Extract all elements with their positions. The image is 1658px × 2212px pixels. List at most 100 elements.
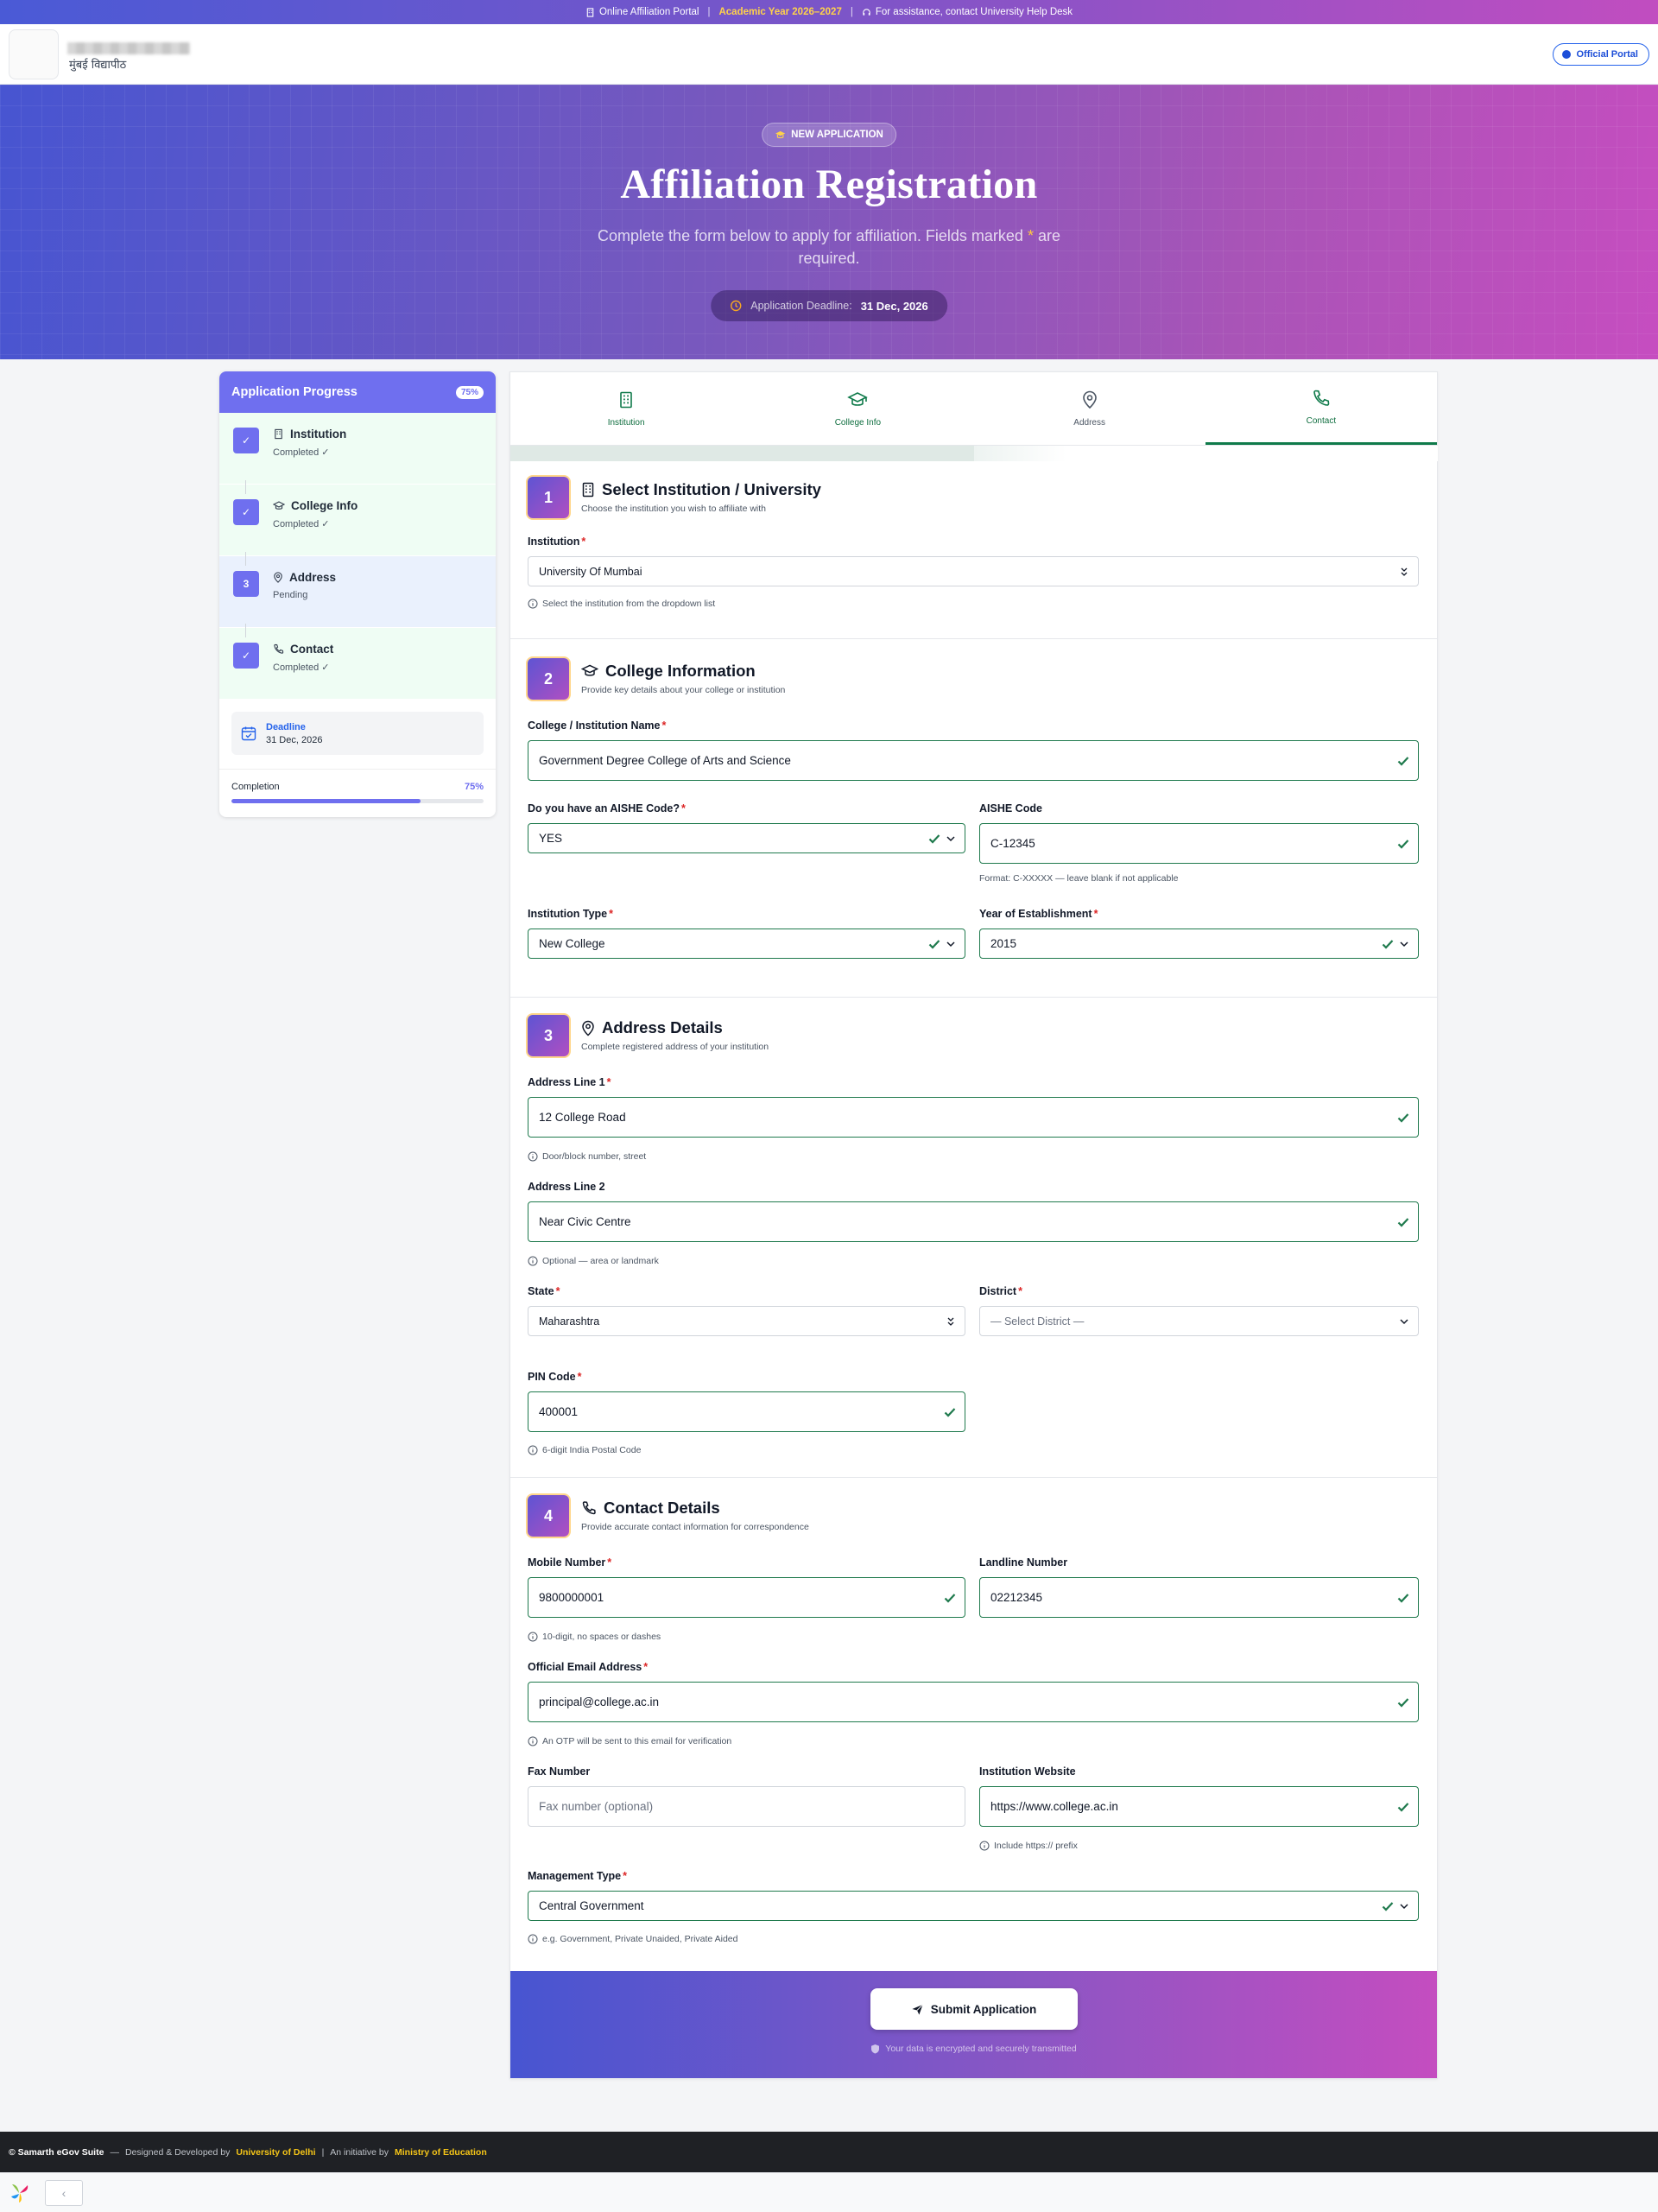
section-header: 4 Contact Details Provide accurate conta… (528, 1495, 809, 1537)
status-dot-icon (1562, 50, 1572, 59)
separator: | (707, 7, 711, 17)
step-connector (245, 624, 246, 637)
valid-check-icon (1397, 1697, 1409, 1708)
address-line1-input[interactable]: 12 College Road (528, 1097, 1419, 1138)
sidebar-step-college-info[interactable]: ✓ College Info Completed ✓ (219, 485, 496, 566)
info-icon (528, 1736, 538, 1746)
footer-ministry-link[interactable]: Ministry of Education (395, 2147, 487, 2158)
label-text: Institution Type (528, 908, 608, 920)
label-text: Address Line 1 (528, 1076, 605, 1088)
section-college-info: 2 College Information Provide key detail… (510, 639, 1437, 998)
sidebar-step-contact[interactable]: ✓ Contact Completed ✓ (219, 628, 496, 700)
aishe-question-select[interactable]: YES (528, 823, 965, 853)
academic-year: Academic Year 2026–2027 (718, 7, 842, 17)
aishe-code-input[interactable]: C-12345 (979, 823, 1419, 864)
section-number: 3 (528, 1015, 569, 1056)
year-of-establishment-select[interactable]: 2015 (979, 929, 1419, 959)
tab-college-info[interactable]: College Info (742, 372, 973, 445)
sidebar-step-address[interactable]: 3 Address Pending (219, 556, 496, 637)
institution-type-select[interactable]: New College (528, 929, 965, 959)
chevron-down-icon (1400, 941, 1408, 947)
section-title: Address Details (581, 1018, 769, 1037)
section-title-text: Address Details (602, 1018, 723, 1036)
submit-application-button[interactable]: Submit Application (870, 1988, 1078, 2030)
tab-label: Address (1073, 417, 1105, 428)
footer-initiative: An initiative by (330, 2146, 389, 2158)
section-description: Complete registered address of your inst… (581, 1042, 769, 1052)
fax-number-input[interactable]: Fax number (optional) (528, 1786, 965, 1827)
pin-code-input[interactable]: 400001 (528, 1391, 965, 1432)
building-icon (275, 428, 282, 440)
valid-check-icon (944, 1407, 956, 1417)
aishe-question-label: Do you have an AISHE Code? * (528, 802, 686, 814)
mobile-number-input[interactable]: 9800000001 (528, 1577, 965, 1618)
secure-note: Your data is encrypted and securely tran… (510, 2044, 1437, 2054)
tab-institution[interactable]: Institution (510, 372, 742, 445)
state-label: State * (528, 1285, 560, 1297)
website-input[interactable]: https://www.college.ac.in (979, 1786, 1419, 1827)
pin-code-value: 400001 (539, 1405, 579, 1418)
debug-toggle-button[interactable]: ‹ (45, 2180, 83, 2206)
valid-check-icon (1397, 839, 1409, 849)
district-select[interactable]: — Select District — (979, 1306, 1419, 1336)
college-name-input[interactable]: Government Degree College of Arts and Sc… (528, 740, 1419, 781)
tab-label: College Info (834, 417, 882, 428)
secure-note-text: Your data is encrypted and securely tran… (885, 2044, 1077, 2054)
institution-type-value: New College (539, 937, 605, 950)
tab-label: Contact (1306, 416, 1337, 426)
hint-text: Include https:// prefix (994, 1841, 1078, 1851)
state-select[interactable]: Maharashtra (528, 1306, 965, 1336)
mobile-number-value: 9800000001 (539, 1591, 604, 1604)
label-text: Fax Number (528, 1765, 591, 1778)
institution-type-label: Institution Type * (528, 908, 613, 920)
address-line2-value: Near Civic Centre (539, 1215, 631, 1228)
tab-address[interactable]: Address (974, 372, 1206, 445)
step-status: Pending (273, 590, 308, 600)
institution-select[interactable]: University Of Mumbai (528, 556, 1419, 586)
official-portal-badge[interactable]: Official Portal (1553, 43, 1649, 66)
fax-number-label: Fax Number (528, 1765, 590, 1778)
management-type-select[interactable]: Central Government (528, 1891, 1419, 1921)
section-institution: 1 Select Institution / University Choose… (510, 446, 1437, 639)
badge-label: NEW APPLICATION (791, 130, 883, 140)
label-text: PIN Code (528, 1371, 576, 1383)
valid-check-icon (928, 939, 940, 949)
shield-icon (871, 2044, 880, 2054)
sidebar-step-institution[interactable]: ✓ Institution Completed ✓ (219, 413, 496, 494)
hint-text: 10-digit, no spaces or dashes (542, 1632, 661, 1642)
label-text: Institution (528, 536, 580, 548)
valid-check-icon (1397, 756, 1409, 766)
subtitle-text: Complete the form below to apply for aff… (598, 227, 1023, 244)
step-status: Completed ✓ (273, 447, 330, 458)
required-mark: * (1018, 1285, 1022, 1297)
hero-banner: NEW APPLICATION Affiliation Registration… (0, 85, 1658, 359)
graduation-cap-icon (273, 501, 285, 510)
submit-label: Submit Application (930, 2002, 1037, 2016)
university-name-hi: मुंबई विद्यापीठ (69, 59, 127, 72)
completion-meter: Completion 75% (219, 769, 496, 817)
completion-bar (231, 799, 484, 803)
district-placeholder: — Select District — (990, 1315, 1085, 1328)
email-input[interactable]: principal@college.ac.in (528, 1682, 1419, 1722)
chevron-down-icon (1400, 1903, 1408, 1909)
required-mark: * (581, 536, 586, 548)
aishe-code-label: AISHE Code (979, 802, 1042, 814)
footer-developer-link[interactable]: University of Delhi (236, 2147, 315, 2158)
university-logo[interactable] (9, 29, 59, 79)
address-line2-hint: Optional — area or landmark (528, 1256, 659, 1266)
required-mark: * (1093, 908, 1098, 920)
map-pin-icon (582, 1020, 594, 1036)
registration-form: Institution College Info Address Contact… (509, 371, 1438, 2079)
label-text: AISHE Code (979, 802, 1042, 814)
college-name-value: Government Degree College of Arts and Sc… (539, 754, 791, 767)
section-number: 4 (528, 1495, 569, 1537)
tab-contact[interactable]: Contact (1205, 372, 1437, 445)
hint-text: 6-digit India Postal Code (542, 1445, 642, 1455)
step-title: Institution (273, 428, 346, 440)
framework-logo-icon[interactable] (9, 2182, 31, 2204)
address-line2-input[interactable]: Near Civic Centre (528, 1201, 1419, 1242)
landline-number-input[interactable]: 02212345 (979, 1577, 1419, 1618)
chevron-left-icon: ‹ (61, 2186, 66, 2200)
step-label: Address (289, 571, 337, 584)
deadline-value: 31 Dec, 2026 (266, 734, 323, 745)
